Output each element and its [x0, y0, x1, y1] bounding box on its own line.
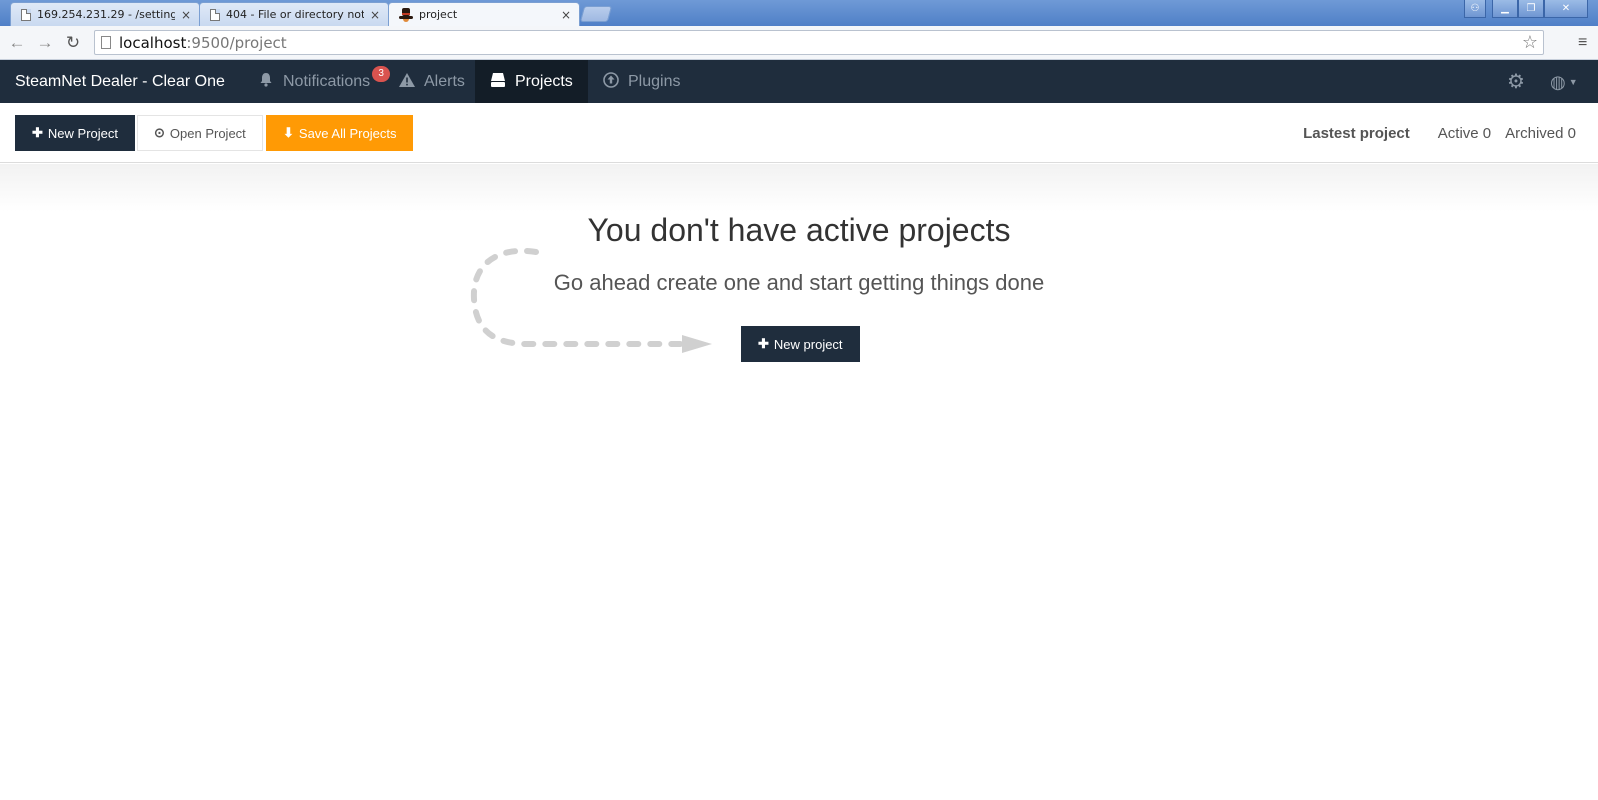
- browser-tab[interactable]: 404 - File or directory not f ×: [199, 2, 389, 26]
- empty-state-subtitle: Go ahead create one and start getting th…: [553, 270, 1045, 295]
- plus-icon: ✚: [758, 336, 769, 351]
- plus-icon: ✚: [32, 125, 43, 140]
- brand-title[interactable]: SteamNet Dealer - Clear One: [15, 60, 225, 103]
- button-label: Open Project: [169, 125, 246, 141]
- restore-icon[interactable]: ❐: [1518, 0, 1544, 18]
- nav-item-projects[interactable]: Projects: [475, 60, 588, 103]
- tab-title: 404 - File or directory not f: [226, 8, 364, 21]
- close-icon[interactable]: ×: [561, 8, 571, 22]
- globe-icon: ◍: [1550, 72, 1566, 92]
- nav-label: Notifications: [283, 72, 371, 90]
- active-count-link[interactable]: Active 0: [1438, 125, 1491, 142]
- empty-state-title: You don't have active projects: [587, 212, 1011, 248]
- address-bar[interactable]: localhost:9500/project ☆: [94, 30, 1544, 55]
- button-label: New project: [773, 336, 843, 352]
- browser-menu-icon[interactable]: ≡: [1578, 34, 1594, 52]
- bell-icon: [258, 72, 274, 91]
- browser-tab[interactable]: 169.254.231.29 - /settings/ ×: [10, 2, 200, 26]
- browser-tabstrip: 169.254.231.29 - /settings/ × 404 - File…: [0, 0, 1598, 26]
- reload-icon[interactable]: ↻: [62, 32, 84, 54]
- project-stats: Lastest project Active 0 Archived 0: [1303, 103, 1576, 163]
- empty-state-new-project-button[interactable]: ✚ New project: [741, 326, 860, 362]
- drive-icon: [490, 72, 506, 91]
- button-label: Save All Projects: [298, 125, 397, 141]
- user-icon[interactable]: ⚇: [1464, 0, 1486, 18]
- app-navbar: SteamNet Dealer - Clear One Notification…: [0, 60, 1598, 103]
- project-toolbar: ✚ New Project ⊙ Open Project ⬇ Save All …: [0, 103, 1598, 163]
- settings-gear-icon[interactable]: ⚙: [1507, 72, 1525, 92]
- tab-title: project: [419, 8, 458, 21]
- download-arrow-icon: ⬇: [283, 125, 294, 140]
- button-label: New Project: [47, 125, 118, 141]
- favicon-hat-icon: [399, 7, 413, 22]
- browser-tab-active[interactable]: project ×: [388, 2, 580, 26]
- archived-count-link[interactable]: Archived 0: [1505, 125, 1576, 142]
- bookmark-star-icon[interactable]: ☆: [1517, 31, 1543, 55]
- nav-label: Projects: [515, 72, 573, 90]
- back-icon[interactable]: ←: [6, 32, 28, 54]
- open-circle-icon: ⊙: [154, 125, 165, 140]
- open-project-button[interactable]: ⊙ Open Project: [137, 115, 263, 151]
- minimize-icon[interactable]: ▁: [1492, 0, 1518, 18]
- close-icon[interactable]: ×: [181, 8, 191, 22]
- warning-icon: [399, 72, 415, 91]
- nav-item-notifications[interactable]: Notifications 3: [243, 60, 391, 103]
- nav-item-alerts[interactable]: Alerts: [384, 60, 480, 103]
- nav-item-plugins[interactable]: Plugins: [588, 60, 695, 103]
- content-shadow: [0, 164, 1598, 212]
- chevron-down-icon: ▼: [1568, 77, 1578, 87]
- url-host: localhost: [119, 33, 187, 52]
- new-tab-button[interactable]: [579, 6, 613, 22]
- dashed-arrow-icon: [470, 247, 712, 353]
- forward-icon[interactable]: →: [34, 32, 56, 54]
- window-close-icon[interactable]: ✕: [1544, 0, 1588, 18]
- upload-circle-icon: [603, 71, 619, 92]
- page-icon: [101, 36, 111, 49]
- save-all-projects-button[interactable]: ⬇ Save All Projects: [266, 115, 414, 151]
- document-icon: [21, 8, 31, 21]
- lastest-project-link[interactable]: Lastest project: [1303, 125, 1410, 142]
- url-path: :9500/project: [186, 33, 287, 52]
- document-icon: [210, 8, 220, 21]
- nav-label: Alerts: [424, 72, 465, 90]
- new-project-button[interactable]: ✚ New Project: [15, 115, 135, 151]
- nav-label: Plugins: [628, 72, 681, 90]
- language-dropdown[interactable]: ◍ ▼: [1550, 72, 1578, 92]
- window-controls: ⚇ ▁ ❐ ✕: [1464, 0, 1588, 18]
- close-icon[interactable]: ×: [370, 8, 380, 22]
- tab-title: 169.254.231.29 - /settings/: [37, 8, 175, 21]
- browser-toolbar: ← → ↻ localhost:9500/project ☆ ≡: [0, 26, 1598, 60]
